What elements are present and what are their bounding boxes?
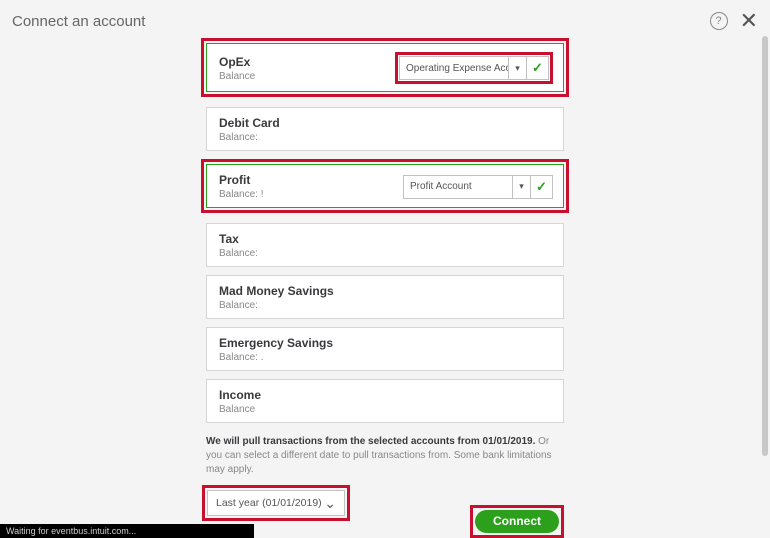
account-row[interactable]: Debit Card Balance: <box>206 107 564 151</box>
account-balance: Balance: <box>219 248 258 259</box>
account-type-dropdown[interactable]: Profit Account▾ <box>403 175 531 199</box>
account-balance: Balance: . <box>219 352 333 363</box>
account-name: OpEx <box>219 55 255 69</box>
account-row[interactable]: Profit Balance: ! Profit Account▾✓ <box>206 164 564 208</box>
account-name: Mad Money Savings <box>219 284 334 298</box>
account-info: Income Balance <box>219 388 261 415</box>
dropdown-value: Profit Account <box>404 176 512 198</box>
account-name: Profit <box>219 173 263 187</box>
accounts-list: OpExBalanceOperating Expense Accou▾✓Debi… <box>0 38 770 531</box>
account-info: Emergency Savings Balance: . <box>219 336 333 363</box>
connect-button[interactable]: Connect <box>475 510 559 533</box>
row-highlight: OpEx Balance Operating Expense Accou▾✓ <box>201 38 569 97</box>
account-info: Mad Money Savings Balance: <box>219 284 334 311</box>
browser-status-bar: Waiting for eventbus.intuit.com... <box>0 524 254 538</box>
header-actions: ? ✕ <box>710 10 758 32</box>
dropdown-value: Operating Expense Accou <box>400 57 508 79</box>
chevron-down-icon: ⌄ <box>324 495 336 512</box>
account-name: Emergency Savings <box>219 336 333 350</box>
account-type-dropdown[interactable]: Operating Expense Accou▾ <box>399 56 527 80</box>
account-name: Debit Card <box>219 116 280 130</box>
account-balance: Balance: ! <box>219 189 263 200</box>
account-balance: Balance <box>219 71 255 82</box>
account-balance: Balance: <box>219 300 334 311</box>
account-type-wrap: Profit Account▾✓ <box>403 175 553 199</box>
close-icon[interactable]: ✕ <box>740 10 758 32</box>
account-info: Tax Balance: <box>219 232 258 259</box>
account-balance: Balance <box>219 404 261 415</box>
dialog-title: Connect an account <box>12 13 145 30</box>
account-row[interactable]: OpEx Balance Operating Expense Accou▾✓ <box>206 43 564 92</box>
account-info: OpEx Balance <box>219 55 255 82</box>
check-icon: ✓ <box>531 175 553 199</box>
account-balance: Balance: <box>219 132 280 143</box>
account-name: Income <box>219 388 261 402</box>
account-info: Debit Card Balance: <box>219 116 280 143</box>
transactions-disclaimer: We will pull transactions from the selec… <box>206 435 564 477</box>
chevron-down-icon[interactable]: ▾ <box>512 176 530 198</box>
account-row[interactable]: Tax Balance: <box>206 223 564 267</box>
account-row[interactable]: Income Balance <box>206 379 564 423</box>
chevron-down-icon[interactable]: ▾ <box>508 57 526 79</box>
help-icon[interactable]: ? <box>710 12 728 30</box>
account-row[interactable]: Mad Money Savings Balance: <box>206 275 564 319</box>
account-type-wrap: Operating Expense Accou▾✓ <box>395 52 553 84</box>
scrollbar[interactable] <box>762 36 768 456</box>
dialog-header: Connect an account ? ✕ <box>0 0 770 38</box>
check-icon: ✓ <box>527 56 549 80</box>
connect-highlight: Connect <box>470 505 564 538</box>
row-highlight: Profit Balance: ! Profit Account▾✓ <box>201 159 569 213</box>
date-range-select[interactable]: Last year (01/01/2019)⌄ <box>207 490 345 516</box>
dropdown-highlight: Operating Expense Accou▾✓ <box>395 52 553 84</box>
disclaimer-bold: We will pull transactions from the selec… <box>206 436 535 447</box>
account-name: Tax <box>219 232 258 246</box>
account-info: Profit Balance: ! <box>219 173 263 200</box>
account-row[interactable]: Emergency Savings Balance: . <box>206 327 564 371</box>
date-range-value: Last year (01/01/2019) <box>216 497 322 509</box>
date-highlight: Last year (01/01/2019)⌄ <box>202 485 350 521</box>
